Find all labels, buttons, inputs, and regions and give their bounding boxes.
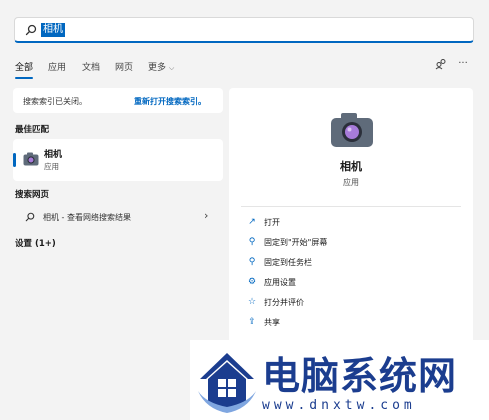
camera-app-large-icon (331, 113, 373, 147)
tab-more[interactable]: 更多 ⌵ (148, 60, 174, 73)
search-box[interactable]: 相机 (14, 17, 474, 43)
settings-heading[interactable]: 设置 (1+) (15, 237, 56, 249)
pin-icon: ⚲ (248, 257, 256, 267)
tab-all[interactable]: 全部 (15, 60, 33, 73)
action-label: 固定到任务栏 (264, 258, 312, 267)
best-match-type: 应用 (44, 162, 59, 171)
action-label: 应用设置 (264, 278, 296, 287)
search-icon (25, 212, 35, 222)
watermark-title: 电脑系统网 (262, 354, 458, 398)
notice-text: 搜索索引已关闭。 (23, 97, 87, 106)
tab-documents[interactable]: 文档 (82, 60, 100, 73)
gear-icon: ⚙ (247, 277, 257, 287)
open-icon: ↗ (248, 217, 256, 227)
preview-app-name: 相机 (340, 160, 362, 173)
pin-icon: ⚲ (248, 237, 256, 247)
action-label: 共享 (264, 318, 280, 327)
chevron-down-icon: ⌵ (169, 64, 175, 72)
active-tab-indicator (15, 77, 33, 79)
best-match-item[interactable]: 相机 应用 (13, 139, 223, 181)
chevron-right-icon: › (204, 209, 209, 222)
best-match-heading: 最佳匹配 (15, 125, 50, 135)
action-label: 打开 (264, 218, 280, 227)
divider (241, 206, 461, 207)
web-search-label: 相机 - 查看网络搜索结果 (43, 213, 131, 222)
watermark-url: www.dnxtw.com (262, 398, 416, 413)
web-search-heading: 搜索网页 (15, 190, 50, 200)
reopen-index-link[interactable]: 重新打开搜索索引。 (134, 96, 206, 107)
tab-apps[interactable]: 应用 (48, 60, 66, 73)
preview-app-type: 应用 (343, 178, 359, 187)
camera-app-icon (23, 152, 39, 166)
tab-more-label: 更多 (148, 63, 167, 73)
index-notice: 搜索索引已关闭。 重新打开搜索索引。 (13, 88, 223, 113)
best-match-name: 相机 (44, 150, 63, 160)
selection-indicator (13, 153, 16, 167)
house-logo-icon (198, 353, 256, 413)
more-options-icon[interactable]: ··· (455, 58, 471, 72)
action-label: 打分并评价 (264, 298, 304, 307)
share-icon: ⇪ (248, 317, 256, 327)
star-icon: ☆ (247, 297, 257, 307)
web-search-item[interactable]: 相机 - 查看网络搜索结果 › (13, 206, 223, 228)
tab-web[interactable]: 网页 (115, 60, 133, 73)
people-icon (435, 59, 446, 70)
account-switch-icon[interactable] (433, 58, 449, 72)
action-label: 固定到"开始"屏幕 (264, 238, 328, 247)
search-input[interactable]: 相机 (41, 23, 65, 37)
search-icon (25, 24, 37, 36)
